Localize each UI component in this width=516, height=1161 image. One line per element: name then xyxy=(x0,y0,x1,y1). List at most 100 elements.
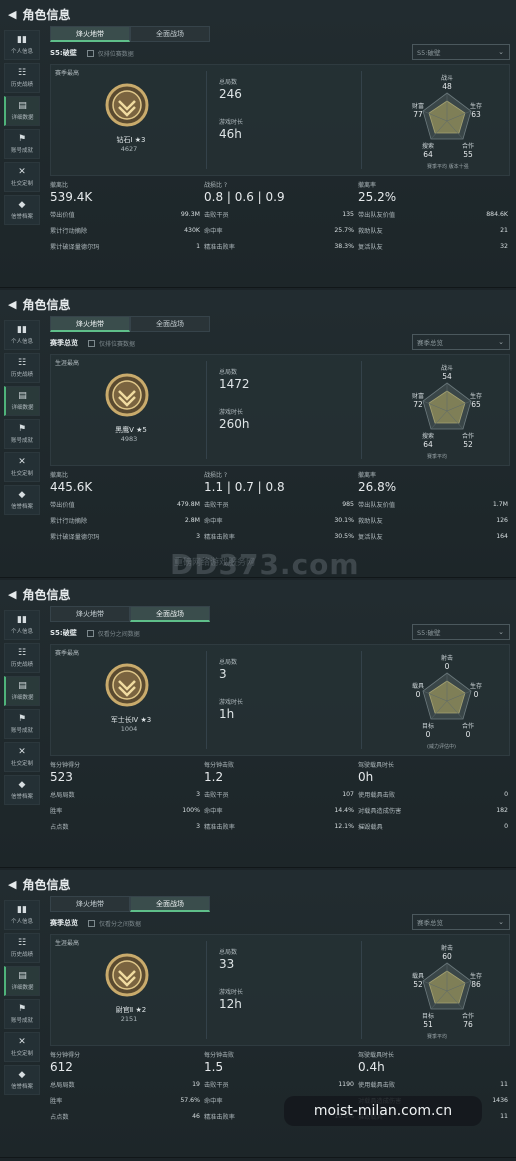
chevron-down-icon: ⌄ xyxy=(498,48,504,56)
back-arrow-icon[interactable]: ◀ xyxy=(8,588,16,601)
sidebar: ▮▮ 个人信息 ☷ 历史战绩 ▤ 详细数据 ⚑ 账号成就 ✕ 社交定制 ◆ 信誉档案 xyxy=(4,30,40,228)
sidebar-item[interactable]: ◆ 信誉档案 xyxy=(4,195,40,225)
season-select-value: 赛季总览 xyxy=(417,339,443,347)
sidebar-item[interactable]: ⚑ 账号成就 xyxy=(4,709,40,739)
sidebar-item[interactable]: ⚑ 账号成就 xyxy=(4,419,40,449)
sidebar-item[interactable]: ▤ 详细数据 xyxy=(4,386,40,416)
stat-row: 救助队友 126 xyxy=(358,512,508,528)
filter-checkbox[interactable] xyxy=(86,629,94,637)
radar-axis: 载具 0 xyxy=(407,681,429,699)
season-select[interactable]: S5:破壁 ⌄ xyxy=(412,44,510,60)
sidebar-icon: ▤ xyxy=(18,101,27,111)
divider xyxy=(361,651,362,749)
stat-heading-value: 1.1 | 0.7 | 0.8 xyxy=(204,480,285,494)
stat-row-value: 985 xyxy=(342,500,354,508)
mode-tab[interactable]: 烽火地带 xyxy=(50,896,130,912)
stat-row-value: 21 xyxy=(500,226,508,234)
sidebar-item-label: 社交定制 xyxy=(10,761,33,767)
sidebar-item[interactable]: ◆ 信誉档案 xyxy=(4,775,40,805)
stat-row: 带出队友价值 884.6K xyxy=(358,206,508,222)
stat-row-label: 命中率 xyxy=(204,807,223,815)
radar-legend: 赛季平均 xyxy=(427,1034,448,1040)
sidebar-item[interactable]: ✕ 社交定制 xyxy=(4,452,40,482)
radar-axis-value: 54 xyxy=(442,372,452,381)
filter-checkbox[interactable] xyxy=(88,919,95,927)
stat-row: 复活队友 32 xyxy=(358,238,508,254)
content-area: 烽火地带 全面战场 S5:破壁 仅排位赛数据 S5:破壁 ⌄ 赛季最高 钻石Ⅰ ★3 4627 总… xyxy=(44,26,510,251)
mode-tab[interactable]: 烽火地带 xyxy=(50,26,130,42)
sidebar-item[interactable]: ▮▮ 个人信息 xyxy=(4,30,40,60)
radar-axis-label: 合作 xyxy=(461,143,474,150)
summary-stat-value: 46h xyxy=(219,127,242,141)
sidebar-item[interactable]: ▮▮ 个人信息 xyxy=(4,320,40,350)
sidebar-item[interactable]: ◆ 信誉档案 xyxy=(4,1065,40,1095)
sidebar-item[interactable]: ✕ 社交定制 xyxy=(4,162,40,192)
radar-axis-value: 64 xyxy=(423,150,433,159)
back-arrow-icon[interactable]: ◀ xyxy=(8,298,16,311)
sidebar-item[interactable]: ⚑ 账号成就 xyxy=(4,129,40,159)
stat-row-value: 38.3% xyxy=(334,242,354,250)
stat-heading-value: 0h xyxy=(358,770,374,784)
radar-axis: 财富 72 xyxy=(407,391,429,409)
stat-row-label: 使用载具击败 xyxy=(358,1081,396,1089)
sidebar-item[interactable]: ▤ 详细数据 xyxy=(4,96,40,126)
stat-row: 命中率 14.4% xyxy=(204,802,354,818)
filter-checkbox[interactable] xyxy=(88,339,95,347)
season-title: 赛季总览 xyxy=(50,919,78,927)
divider xyxy=(361,941,362,1039)
mode-tab[interactable]: 烽火地带 xyxy=(50,606,130,622)
season-select[interactable]: 赛季总览 ⌄ xyxy=(412,334,510,350)
back-arrow-icon[interactable]: ◀ xyxy=(8,8,16,21)
mode-tab[interactable]: 全面战场 xyxy=(130,896,210,912)
stat-row-value: 2.8M xyxy=(184,516,200,524)
stat-row-value: 0 xyxy=(504,790,508,798)
season-title: S5:破壁 xyxy=(50,49,77,57)
stat-row-value: 30.5% xyxy=(334,532,354,540)
sidebar-item[interactable]: ▮▮ 个人信息 xyxy=(4,610,40,640)
stat-row-label: 救助队友 xyxy=(358,517,383,525)
sidebar-item[interactable]: ☷ 历史战绩 xyxy=(4,353,40,383)
radar-axis-label: 财富 xyxy=(411,103,424,110)
stat-row-value: 19 xyxy=(192,1080,200,1088)
radar-axis-value: 86 xyxy=(471,980,481,989)
radar-axis: 目标 0 xyxy=(417,721,439,739)
radar-axis-value: 65 xyxy=(471,400,481,409)
stat-row: 总局局数 19 xyxy=(50,1076,200,1092)
sidebar-item-label: 历史战绩 xyxy=(10,952,33,958)
mode-tab[interactable]: 全面战场 xyxy=(130,26,210,42)
sidebar-item[interactable]: ☷ 历史战绩 xyxy=(4,643,40,673)
mode-tab[interactable]: 烽火地带 xyxy=(50,316,130,332)
radar-axis-label: 生存 xyxy=(469,683,482,690)
mode-tab[interactable]: 全面战场 xyxy=(130,316,210,332)
back-arrow-icon[interactable]: ◀ xyxy=(8,878,16,891)
sidebar-item[interactable]: ☷ 历史战绩 xyxy=(4,63,40,93)
sidebar-item[interactable]: ▤ 详细数据 xyxy=(4,966,40,996)
sidebar-item[interactable]: ✕ 社交定制 xyxy=(4,742,40,772)
stat-row-label: 总局局数 xyxy=(50,1081,75,1089)
sidebar-item[interactable]: ☷ 历史战绩 xyxy=(4,933,40,963)
season-select[interactable]: 赛季总览 ⌄ xyxy=(412,914,510,930)
summary-card: 赛季最高 钻石Ⅰ ★3 4627 总局数 246 游戏时长 46h 战斗 48 财富 77 生存 63 搜… xyxy=(50,64,510,176)
stat-heading-value: 445.6K xyxy=(50,480,93,494)
sidebar-item[interactable]: ✕ 社交定制 xyxy=(4,1032,40,1062)
stat-row: 精准击败率 38.3% xyxy=(204,238,354,254)
sidebar-item[interactable]: ▮▮ 个人信息 xyxy=(4,900,40,930)
content-area: 烽火地带 全面战场 S5:破壁 仅看分之间数据 S5:破壁 ⌄ 赛季最高 军士长Ⅳ ★3 100… xyxy=(44,606,510,831)
stat-heading-value: 26.8% xyxy=(358,480,397,494)
radar-axis: 搜索 64 xyxy=(417,141,439,159)
radar-axis: 载具 52 xyxy=(407,971,429,989)
sidebar-item-label: 个人信息 xyxy=(10,919,33,925)
sidebar-item[interactable]: ◆ 信誉档案 xyxy=(4,485,40,515)
filter-checkbox[interactable] xyxy=(86,49,94,57)
radar-axis-label: 生存 xyxy=(469,393,482,400)
season-select[interactable]: S5:破壁 ⌄ xyxy=(412,624,510,640)
sidebar-item-label: 个人信息 xyxy=(10,49,33,55)
sidebar-item[interactable]: ▤ 详细数据 xyxy=(4,676,40,706)
mode-tab[interactable]: 全面战场 xyxy=(130,606,210,622)
stat-row-label: 复活队友 xyxy=(358,243,383,251)
stat-column: 撤离率 25.2% 带出队友价值 884.6K 救助队友 21 复活队友 32 xyxy=(358,180,508,254)
filter-checkbox-label: 仅排位赛数据 xyxy=(99,340,136,348)
role-info-panel: ◀ 角色信息 ▮▮ 个人信息 ☷ 历史战绩 ▤ 详细数据 ⚑ 账号成就 ✕ 社交定制 ◆ 信誉档案 烽火地带… xyxy=(0,290,516,578)
chevron-down-icon: ⌄ xyxy=(498,628,504,636)
sidebar-item[interactable]: ⚑ 账号成就 xyxy=(4,999,40,1029)
